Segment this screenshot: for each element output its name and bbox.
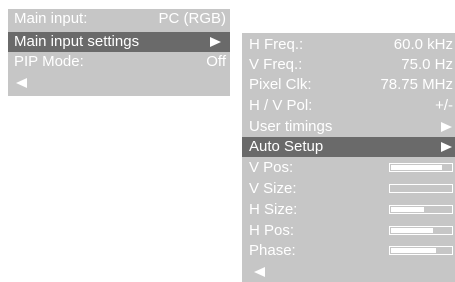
h-freq-value: 60.0 kHz xyxy=(393,36,453,53)
main-input-label: Main input: xyxy=(14,10,88,27)
pixel-clk-row: Pixel Clk: 78.75 MHz xyxy=(242,75,455,95)
arrow-right-icon xyxy=(210,37,221,47)
v-freq-row: V Freq.: 75.0 Hz xyxy=(242,55,455,75)
h-size-label: H Size: xyxy=(249,201,298,218)
pixel-clk-value: 78.75 MHz xyxy=(380,76,453,93)
h-pos-label: H Pos: xyxy=(249,222,295,239)
pip-mode-value: Off xyxy=(206,53,226,70)
arrow-right-icon xyxy=(441,122,452,132)
main-input-settings-panel: H Freq.: 60.0 kHz V Freq.: 75.0 Hz Pixel… xyxy=(242,33,455,282)
h-freq-label: H Freq.: xyxy=(249,36,304,53)
phase-row[interactable]: Phase: xyxy=(242,241,455,261)
h-pos-slider[interactable] xyxy=(389,226,453,235)
phase-slider[interactable] xyxy=(389,246,453,255)
auto-setup-row[interactable]: Auto Setup xyxy=(242,137,455,157)
pixel-clk-label: Pixel Clk: xyxy=(249,76,312,93)
arrow-right-icon xyxy=(441,142,452,152)
main-menu-panel: Main input: PC (RGB) Main input settings… xyxy=(8,9,230,96)
arrow-left-icon[interactable] xyxy=(254,267,265,277)
hv-pol-row: H / V Pol: +/- xyxy=(242,96,455,116)
v-pos-slider[interactable] xyxy=(389,163,453,172)
v-pos-label: V Pos: xyxy=(249,159,294,176)
v-freq-value: 75.0 Hz xyxy=(401,56,453,73)
v-size-label: V Size: xyxy=(249,180,297,197)
v-pos-row[interactable]: V Pos: xyxy=(242,158,455,178)
h-size-row[interactable]: H Size: xyxy=(242,200,455,220)
h-size-slider[interactable] xyxy=(389,205,453,214)
hv-pol-label: H / V Pol: xyxy=(249,97,313,114)
main-input-value: PC (RGB) xyxy=(158,10,227,27)
pip-mode-row[interactable]: PIP Mode: Off xyxy=(8,52,230,72)
main-input-settings-row[interactable]: Main input settings xyxy=(8,32,230,52)
h-freq-row: H Freq.: 60.0 kHz xyxy=(242,35,455,55)
main-input-settings-label: Main input settings xyxy=(14,33,140,50)
back-row[interactable] xyxy=(242,262,455,282)
auto-setup-label: Auto Setup xyxy=(249,138,324,155)
arrow-left-icon[interactable] xyxy=(16,78,27,88)
v-freq-label: V Freq.: xyxy=(249,56,303,73)
user-timings-label: User timings xyxy=(249,118,333,135)
pip-mode-label: PIP Mode: xyxy=(14,53,84,70)
user-timings-row[interactable]: User timings xyxy=(242,117,455,137)
v-size-row[interactable]: V Size: xyxy=(242,179,455,199)
h-pos-row[interactable]: H Pos: xyxy=(242,221,455,241)
main-input-row[interactable]: Main input: PC (RGB) xyxy=(8,9,230,29)
v-size-slider[interactable] xyxy=(389,184,453,193)
phase-label: Phase: xyxy=(249,242,296,259)
back-row[interactable] xyxy=(8,73,230,93)
hv-pol-value: +/- xyxy=(435,97,453,114)
